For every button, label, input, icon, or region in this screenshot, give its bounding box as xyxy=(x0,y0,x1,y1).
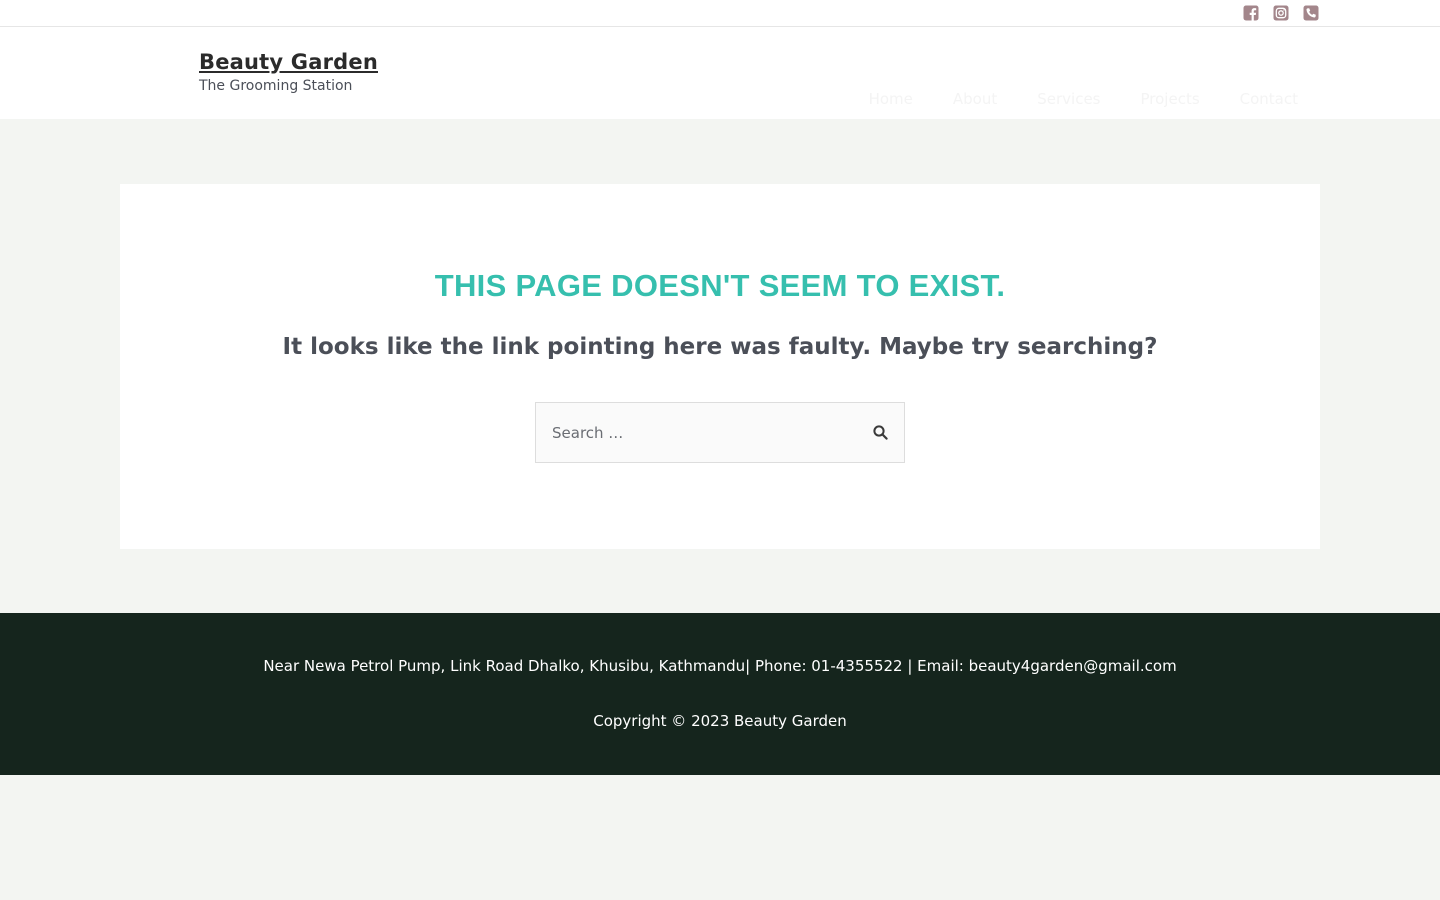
phone-icon xyxy=(1303,5,1319,21)
page-title: THIS PAGE DOESN'T SEEM TO EXIST. xyxy=(434,268,1006,303)
facebook-icon xyxy=(1243,5,1259,21)
phone-link[interactable] xyxy=(1303,5,1319,21)
facebook-link[interactable] xyxy=(1243,5,1259,21)
nav-item-contact[interactable]: Contact xyxy=(1240,90,1298,108)
error-card: THIS PAGE DOESN'T SEEM TO EXIST. It look… xyxy=(120,184,1320,549)
nav-item-home[interactable]: Home xyxy=(869,90,913,108)
site-title[interactable]: Beauty Garden xyxy=(199,49,378,75)
site-header: Beauty Garden The Grooming Station Home … xyxy=(0,27,1440,119)
top-bar xyxy=(0,0,1440,27)
search-input[interactable] xyxy=(536,403,856,462)
site-footer: Near Newa Petrol Pump, Link Road Dhalko,… xyxy=(0,613,1440,775)
nav-item-services[interactable]: Services xyxy=(1037,90,1100,108)
brand: Beauty Garden The Grooming Station xyxy=(199,49,378,94)
main-nav: Home About Services Projects Contact xyxy=(869,90,1298,108)
search-button[interactable] xyxy=(872,424,890,442)
search-form xyxy=(535,402,905,463)
instagram-icon xyxy=(1273,5,1289,21)
site-tagline: The Grooming Station xyxy=(199,78,353,94)
instagram-link[interactable] xyxy=(1273,5,1289,21)
footer-copyright: Copyright © 2023 Beauty Garden xyxy=(593,712,847,730)
nav-item-projects[interactable]: Projects xyxy=(1141,90,1200,108)
footer-contact: Near Newa Petrol Pump, Link Road Dhalko,… xyxy=(263,657,1177,675)
social-links xyxy=(1243,5,1319,21)
error-message: It looks like the link pointing here was… xyxy=(282,334,1158,360)
nav-item-about[interactable]: About xyxy=(953,90,997,108)
search-icon xyxy=(873,425,888,440)
